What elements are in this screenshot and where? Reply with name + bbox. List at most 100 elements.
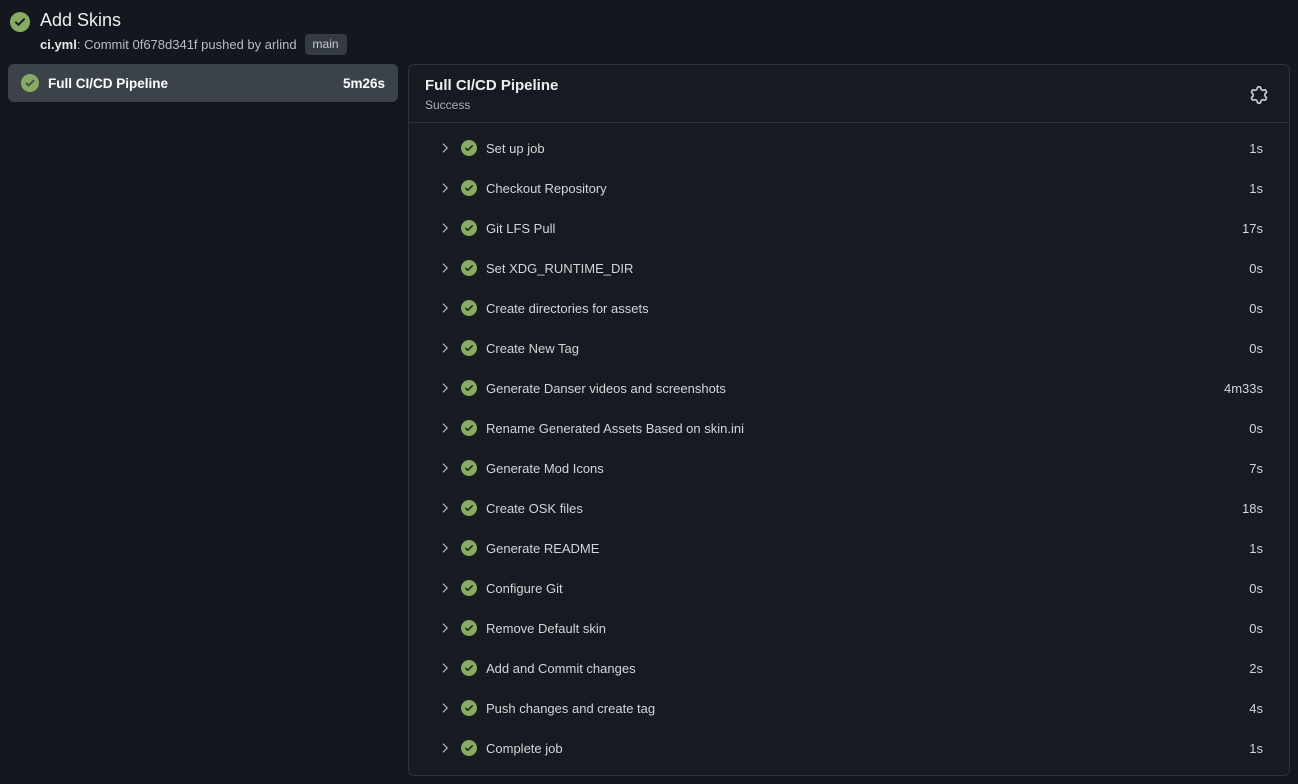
step-duration: 17s — [1242, 221, 1263, 236]
step-name: Set up job — [486, 141, 1240, 156]
chevron-right-icon — [438, 501, 452, 515]
job-panel-header: Full CI/CD Pipeline Success — [409, 65, 1289, 123]
check-circle-icon — [461, 580, 477, 596]
chevron-right-icon — [438, 221, 452, 235]
step-row[interactable]: Push changes and create tag 4s — [409, 688, 1289, 728]
check-circle-icon — [461, 300, 477, 316]
chevron-right-icon — [438, 581, 452, 595]
check-circle-icon — [21, 74, 39, 92]
check-circle-icon — [461, 460, 477, 476]
check-circle-icon — [461, 500, 477, 516]
check-circle-icon — [461, 220, 477, 236]
step-row[interactable]: Checkout Repository 1s — [409, 168, 1289, 208]
commit-line: ci.yml: Commit 0f678d341f pushed by arli… — [40, 34, 347, 55]
step-duration: 18s — [1242, 501, 1263, 516]
step-duration: 1s — [1249, 141, 1263, 156]
step-row[interactable]: Create directories for assets 0s — [409, 288, 1289, 328]
chevron-right-icon — [438, 701, 452, 715]
step-row[interactable]: Configure Git 0s — [409, 568, 1289, 608]
chevron-right-icon — [438, 301, 452, 315]
chevron-right-icon — [438, 341, 452, 355]
step-duration: 0s — [1249, 261, 1263, 276]
workflow-file-name: ci.yml — [40, 36, 77, 54]
check-circle-icon — [461, 540, 477, 556]
step-duration: 4m33s — [1224, 381, 1263, 396]
step-row[interactable]: Generate Danser videos and screenshots 4… — [409, 368, 1289, 408]
check-circle-icon — [461, 420, 477, 436]
step-duration: 2s — [1249, 661, 1263, 676]
run-header-text: Add Skins ci.yml: Commit 0f678d341f push… — [40, 8, 347, 55]
step-name: Remove Default skin — [486, 621, 1240, 636]
step-row[interactable]: Create OSK files 18s — [409, 488, 1289, 528]
step-duration: 0s — [1249, 581, 1263, 596]
chevron-right-icon — [438, 661, 452, 675]
step-name: Create OSK files — [486, 501, 1233, 516]
step-name: Generate Danser videos and screenshots — [486, 381, 1215, 396]
step-duration: 0s — [1249, 301, 1263, 316]
step-duration: 0s — [1249, 341, 1263, 356]
step-name: Generate README — [486, 541, 1240, 556]
chevron-right-icon — [438, 741, 452, 755]
step-name: Configure Git — [486, 581, 1240, 596]
step-row[interactable]: Set up job 1s — [409, 128, 1289, 168]
step-list: Set up job 1s Checkout Repository 1s G — [409, 123, 1289, 775]
step-duration: 0s — [1249, 621, 1263, 636]
job-duration: 5m26s — [343, 76, 385, 91]
step-duration: 1s — [1249, 181, 1263, 196]
check-circle-icon — [461, 340, 477, 356]
check-circle-icon — [461, 140, 477, 156]
check-circle-icon — [461, 700, 477, 716]
check-circle-icon — [461, 380, 477, 396]
sidebar-job-full-cicd-pipeline[interactable]: Full CI/CD Pipeline 5m26s — [8, 64, 398, 102]
gear-icon[interactable] — [1245, 81, 1273, 109]
step-row[interactable]: Git LFS Pull 17s — [409, 208, 1289, 248]
check-circle-icon — [461, 180, 477, 196]
step-name: Create directories for assets — [486, 301, 1240, 316]
chevron-right-icon — [438, 621, 452, 635]
step-name: Complete job — [486, 741, 1240, 756]
step-row[interactable]: Generate Mod Icons 7s — [409, 448, 1289, 488]
chevron-right-icon — [438, 141, 452, 155]
step-row[interactable]: Generate README 1s — [409, 528, 1289, 568]
job-name: Full CI/CD Pipeline — [48, 76, 334, 91]
run-header: Add Skins ci.yml: Commit 0f678d341f push… — [8, 6, 1290, 55]
step-row[interactable]: Add and Commit changes 2s — [409, 648, 1289, 688]
chevron-right-icon — [438, 421, 452, 435]
step-duration: 4s — [1249, 701, 1263, 716]
job-status-text: Success — [425, 98, 1245, 113]
step-name: Push changes and create tag — [486, 701, 1240, 716]
step-row[interactable]: Create New Tag 0s — [409, 328, 1289, 368]
check-circle-icon — [461, 740, 477, 756]
step-name: Checkout Repository — [486, 181, 1240, 196]
step-name: Create New Tag — [486, 341, 1240, 356]
job-panel-title: Full CI/CD Pipeline — [425, 76, 1245, 96]
branch-badge[interactable]: main — [305, 34, 347, 55]
job-panel-header-text: Full CI/CD Pipeline Success — [425, 76, 1245, 113]
step-name: Rename Generated Assets Based on skin.in… — [486, 421, 1240, 436]
check-circle-icon — [461, 260, 477, 276]
step-name: Generate Mod Icons — [486, 461, 1240, 476]
chevron-right-icon — [438, 461, 452, 475]
job-sidebar: Full CI/CD Pipeline 5m26s — [8, 64, 398, 102]
step-name: Add and Commit changes — [486, 661, 1240, 676]
step-duration: 1s — [1249, 741, 1263, 756]
check-circle-icon — [461, 660, 477, 676]
chevron-right-icon — [438, 181, 452, 195]
step-duration: 0s — [1249, 421, 1263, 436]
run-content: Full CI/CD Pipeline 5m26s Full CI/CD Pip… — [8, 64, 1290, 776]
step-name: Set XDG_RUNTIME_DIR — [486, 261, 1240, 276]
step-name: Git LFS Pull — [486, 221, 1233, 236]
chevron-right-icon — [438, 541, 452, 555]
job-detail-panel: Full CI/CD Pipeline Success Set up job — [408, 64, 1290, 776]
check-circle-icon — [461, 620, 477, 636]
check-circle-icon — [10, 12, 30, 32]
chevron-right-icon — [438, 381, 452, 395]
step-row[interactable]: Rename Generated Assets Based on skin.in… — [409, 408, 1289, 448]
chevron-right-icon — [438, 261, 452, 275]
step-row[interactable]: Remove Default skin 0s — [409, 608, 1289, 648]
workflow-run-page: Add Skins ci.yml: Commit 0f678d341f push… — [0, 0, 1298, 784]
step-duration: 1s — [1249, 541, 1263, 556]
step-row[interactable]: Complete job 1s — [409, 728, 1289, 768]
run-title: Add Skins — [40, 8, 347, 32]
step-row[interactable]: Set XDG_RUNTIME_DIR 0s — [409, 248, 1289, 288]
